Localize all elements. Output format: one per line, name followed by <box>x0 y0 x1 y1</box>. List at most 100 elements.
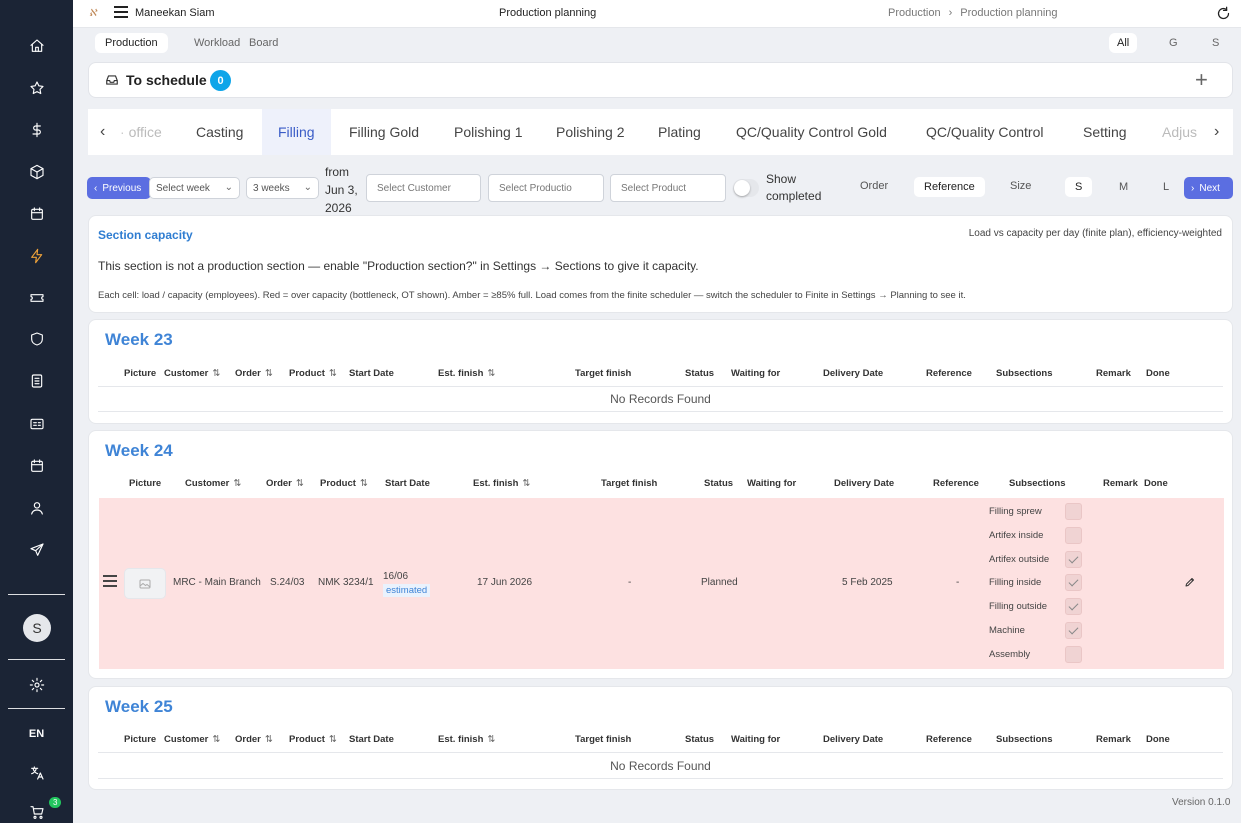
tab-filling[interactable]: Filling <box>262 109 331 155</box>
section-tabs: ‹ · office Casting Filling Filling Gold … <box>88 109 1233 155</box>
tab-polishing-1[interactable]: Polishing 1 <box>454 109 523 155</box>
reference-chip[interactable]: Reference <box>914 177 985 197</box>
gear-icon[interactable] <box>26 674 48 696</box>
subsection-checkbox[interactable] <box>1065 646 1082 663</box>
order-cell[interactable]: S.24/03 <box>270 577 304 588</box>
translate-icon[interactable] <box>26 762 48 784</box>
subsection-label: Machine <box>989 625 1025 636</box>
ticket-icon[interactable] <box>26 287 48 309</box>
calendar-icon[interactable] <box>26 203 48 225</box>
user-icon[interactable] <box>26 497 48 519</box>
column-header[interactable]: Est. finish ⇅ <box>473 478 530 489</box>
previous-button[interactable]: ‹ Previous <box>87 177 151 199</box>
id-card-icon[interactable] <box>26 413 48 435</box>
column-header: Waiting for <box>731 368 781 379</box>
column-header[interactable]: Order ⇅ <box>235 734 273 745</box>
column-header[interactable]: Product ⇅ <box>320 478 368 489</box>
capacity-note: Each cell: load / capacity (employees). … <box>98 290 966 301</box>
filter-s[interactable]: S <box>1204 33 1227 53</box>
column-header[interactable]: Order ⇅ <box>235 368 273 379</box>
breadcrumb-item[interactable]: Production <box>888 7 941 19</box>
column-header[interactable]: Customer ⇅ <box>185 478 241 489</box>
package-icon[interactable] <box>26 161 48 183</box>
bolt-icon[interactable] <box>26 245 48 267</box>
customer-select[interactable]: Select Customer <box>366 174 481 202</box>
column-header: Start Date <box>349 734 394 745</box>
menu-icon[interactable] <box>114 6 128 18</box>
tab-board[interactable]: Board <box>239 33 288 53</box>
chevron-down-icon: ⌄ <box>303 182 312 193</box>
edit-icon[interactable] <box>1184 576 1196 591</box>
avatar[interactable]: S <box>23 614 51 642</box>
column-header: Status <box>685 734 715 745</box>
filter-all[interactable]: All <box>1109 33 1138 53</box>
table-row[interactable]: MRC - Main Branch S.24/03 NMK 3234/1 16/… <box>99 498 1224 669</box>
column-header: Remark <box>1103 478 1138 489</box>
tab-production[interactable]: Production <box>95 33 168 53</box>
size-s[interactable]: S <box>1065 177 1093 197</box>
tab-filling-gold[interactable]: Filling Gold <box>349 109 419 155</box>
star-icon[interactable] <box>26 77 48 99</box>
column-header: Start Date <box>349 368 394 379</box>
top-bar: ℵ Maneekan Siam Production planning Prod… <box>73 0 1241 28</box>
production-select[interactable]: Select Productio <box>488 174 604 202</box>
column-header[interactable]: Customer ⇅ <box>164 368 220 379</box>
tab-setting[interactable]: Setting <box>1083 109 1127 155</box>
home-icon[interactable] <box>26 35 48 57</box>
add-icon[interactable]: + <box>1195 67 1208 93</box>
tab-section[interactable]: · office <box>120 109 162 155</box>
document-icon[interactable] <box>26 370 48 392</box>
filter-g[interactable]: G <box>1161 33 1186 53</box>
tab-plating[interactable]: Plating <box>658 109 701 155</box>
order-label[interactable]: Order <box>860 180 888 192</box>
subsection-checkbox[interactable] <box>1065 598 1082 615</box>
drag-handle-icon[interactable] <box>103 575 117 590</box>
column-header[interactable]: Product ⇅ <box>289 368 337 379</box>
show-completed-toggle[interactable] <box>733 179 759 197</box>
language-label[interactable]: EN <box>0 728 73 740</box>
to-schedule-card[interactable]: To schedule 0 + <box>88 62 1233 98</box>
sort-icon: ⇅ <box>359 478 368 489</box>
column-header[interactable]: Product ⇅ <box>289 734 337 745</box>
size-l[interactable]: L <box>1153 177 1179 197</box>
chevron-left-icon[interactable]: ‹ <box>100 123 105 141</box>
dollar-icon[interactable] <box>26 119 48 141</box>
shield-icon[interactable] <box>26 328 48 350</box>
breadcrumb: Production › Production planning <box>888 7 1058 19</box>
subsection-checkbox[interactable] <box>1065 622 1082 639</box>
next-button[interactable]: › Next <box>1184 177 1233 199</box>
column-header[interactable]: Est. finish ⇅ <box>438 368 495 379</box>
column-header[interactable]: Customer ⇅ <box>164 734 220 745</box>
send-icon[interactable] <box>26 539 48 561</box>
weeks-select[interactable]: 3 weeks ⌄ <box>246 177 319 199</box>
version-label: Version 0.1.0 <box>1172 797 1231 808</box>
calendar-icon[interactable] <box>26 455 48 477</box>
subsection-checkbox[interactable] <box>1065 551 1082 568</box>
column-header: Subsections <box>996 734 1053 745</box>
select-week[interactable]: Select week ⌄ <box>149 177 240 199</box>
from-date-text: from Jun 3, 2026 <box>325 165 358 215</box>
chevron-right-icon: › <box>1191 182 1195 194</box>
tab-qc[interactable]: QC/Quality Control <box>926 109 1043 155</box>
row-divider <box>98 411 1223 412</box>
subsection-checkbox[interactable] <box>1065 527 1082 544</box>
column-header[interactable]: Est. finish ⇅ <box>438 734 495 745</box>
tab-casting[interactable]: Casting <box>196 109 243 155</box>
size-label: Size <box>1010 180 1032 192</box>
product-select[interactable]: Select Product <box>610 174 726 202</box>
column-header: Reference <box>926 734 972 745</box>
size-m[interactable]: M <box>1109 177 1138 197</box>
tab-adjust[interactable]: Adjus <box>1162 109 1197 155</box>
subsection-checkbox[interactable] <box>1065 503 1082 520</box>
refresh-icon[interactable] <box>1216 6 1231 24</box>
tab-polishing-2[interactable]: Polishing 2 <box>556 109 625 155</box>
chevron-right-icon[interactable]: › <box>1210 123 1220 141</box>
cart-icon[interactable] <box>26 801 48 823</box>
column-header: Delivery Date <box>834 478 895 489</box>
page-title: Production planning <box>499 7 597 19</box>
week-section: Week 24 Picture Customer ⇅ Order ⇅ Product… <box>88 430 1233 679</box>
column-header[interactable]: Order ⇅ <box>266 478 304 489</box>
tab-qc-gold[interactable]: QC/Quality Control Gold <box>736 109 887 155</box>
header-divider <box>98 386 1223 387</box>
subsection-checkbox[interactable] <box>1065 574 1082 591</box>
